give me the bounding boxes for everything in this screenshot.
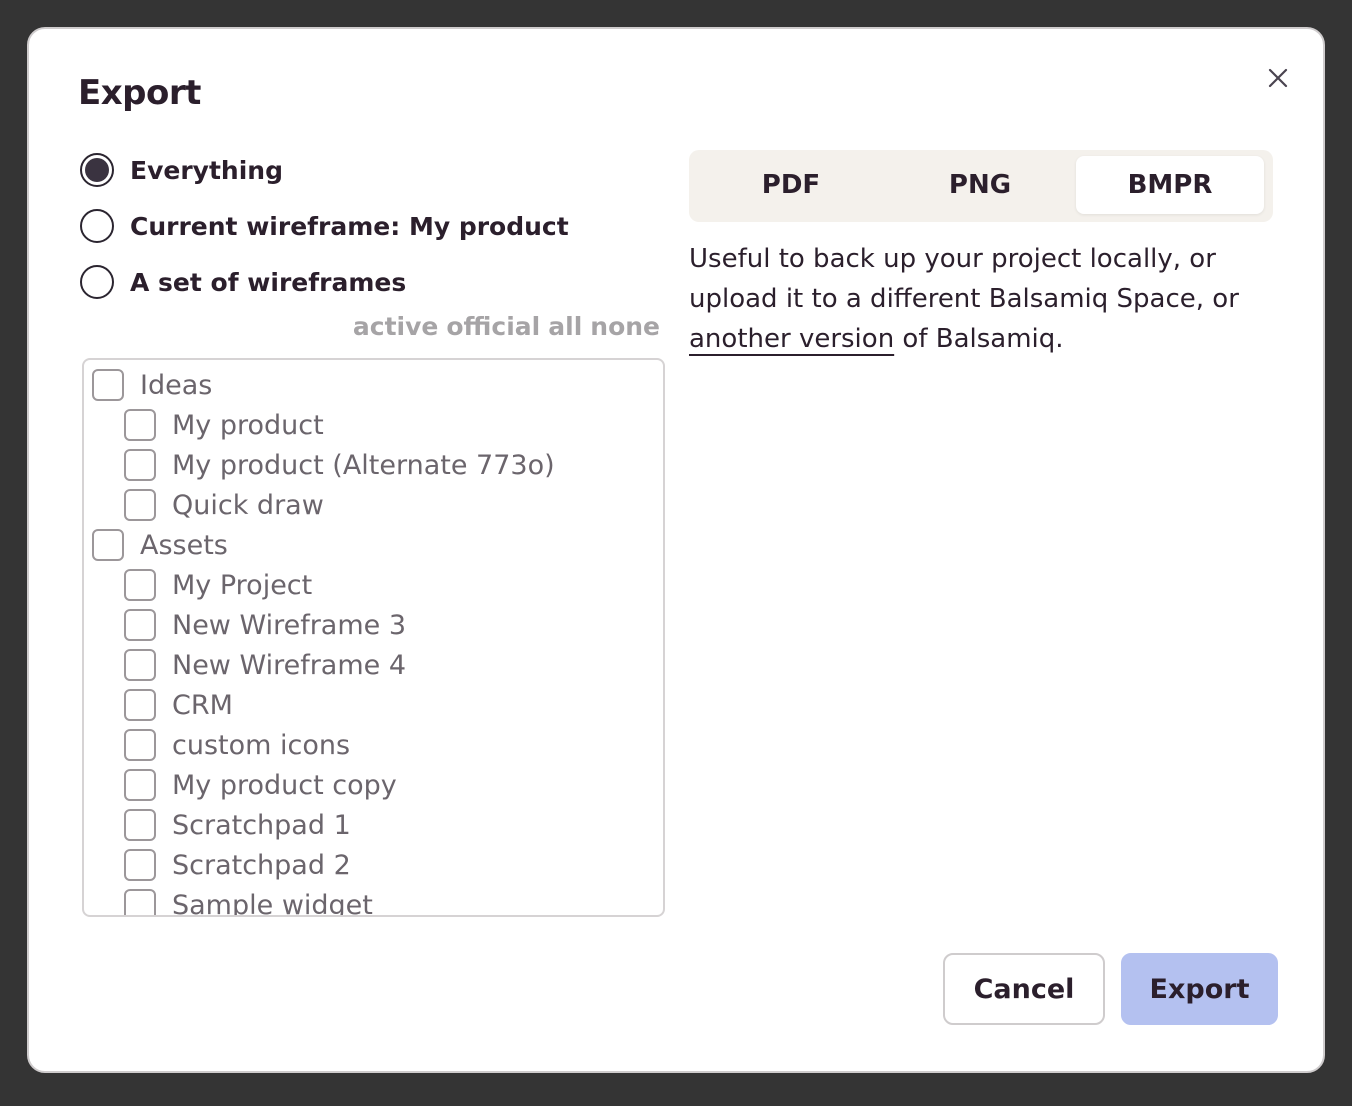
tree-item-label: Quick draw [172, 489, 324, 521]
checkbox[interactable] [124, 849, 156, 881]
tree-item-label: My Project [172, 569, 313, 601]
dialog-title: Export [78, 73, 201, 113]
checkbox[interactable] [124, 889, 156, 915]
radio-unselected-icon [80, 209, 114, 243]
tree-item-label: CRM [172, 689, 233, 721]
tree-item-label: My product [172, 409, 324, 441]
tab-bmpr[interactable]: BMPR [1076, 156, 1264, 214]
radio-unselected-icon [80, 265, 114, 299]
wireframe-tree[interactable]: Ideas My product My product (Alternate 7… [82, 358, 665, 917]
filter-links: active official all none [353, 312, 660, 341]
tree-item-label: Scratchpad 1 [172, 809, 351, 841]
tree-item-label: My product (Alternate 773o) [172, 449, 555, 481]
tree-item-label: My product copy [172, 769, 397, 801]
filter-official[interactable]: official [446, 312, 540, 341]
format-description: Useful to back up your project locally, … [689, 239, 1279, 359]
checkbox[interactable] [124, 809, 156, 841]
radio-current-wireframe[interactable]: Current wireframe: My product [80, 208, 569, 244]
tree-item-label: New Wireframe 4 [172, 649, 407, 681]
tab-png[interactable]: PNG [886, 156, 1074, 214]
radio-set-of-wireframes[interactable]: A set of wireframes [80, 264, 406, 300]
tree-item[interactable]: New Wireframe 4 [124, 645, 406, 685]
export-button[interactable]: Export [1121, 953, 1278, 1025]
tree-item-label: Scratchpad 2 [172, 849, 351, 881]
tree-item-label: Sample widget [172, 889, 373, 917]
tree-item[interactable]: Scratchpad 2 [124, 845, 351, 885]
tree-item[interactable]: CRM [124, 685, 233, 725]
export-dialog: Export Everything Current wireframe: My … [27, 27, 1325, 1073]
tree-item[interactable]: My Project [124, 565, 312, 605]
filter-all[interactable]: all [548, 312, 582, 341]
radio-selected-icon [80, 153, 114, 187]
tree-item[interactable]: Sample widget [124, 885, 373, 917]
tab-pdf[interactable]: PDF [697, 156, 885, 214]
tree-item-label: custom icons [172, 729, 351, 761]
checkbox[interactable] [92, 369, 124, 401]
tree-group-assets[interactable]: Assets [92, 525, 228, 565]
tree-group-ideas[interactable]: Ideas [92, 365, 212, 405]
tree-item[interactable]: custom icons [124, 725, 350, 765]
checkbox[interactable] [124, 449, 156, 481]
radio-label: A set of wireframes [130, 267, 407, 297]
tree-item[interactable]: New Wireframe 3 [124, 605, 406, 645]
another-version-link[interactable]: another version [689, 324, 894, 354]
checkbox[interactable] [124, 409, 156, 441]
description-text: Useful to back up your project locally, … [689, 244, 1239, 314]
tree-item-label: New Wireframe 3 [172, 609, 407, 641]
tree-item[interactable]: My product copy [124, 765, 397, 805]
checkbox[interactable] [124, 769, 156, 801]
close-icon[interactable] [1265, 65, 1291, 91]
checkbox[interactable] [92, 529, 124, 561]
tree-item[interactable]: My product [124, 405, 324, 445]
tree-item-label: Ideas [140, 369, 213, 401]
tree-item[interactable]: My product (Alternate 773o) [124, 445, 555, 485]
checkbox[interactable] [124, 609, 156, 641]
checkbox[interactable] [124, 649, 156, 681]
checkbox[interactable] [124, 569, 156, 601]
checkbox[interactable] [124, 729, 156, 761]
checkbox[interactable] [124, 489, 156, 521]
radio-everything[interactable]: Everything [80, 152, 283, 188]
format-selector: PDF PNG BMPR [689, 150, 1273, 222]
tree-item-label: Assets [140, 529, 228, 561]
filter-active[interactable]: active [353, 312, 438, 341]
radio-label: Current wireframe: My product [130, 211, 569, 241]
filter-none[interactable]: none [590, 312, 660, 341]
radio-label: Everything [130, 155, 283, 185]
checkbox[interactable] [124, 689, 156, 721]
tree-item[interactable]: Scratchpad 1 [124, 805, 351, 845]
description-text-end: of Balsamiq. [894, 324, 1064, 354]
cancel-button[interactable]: Cancel [943, 953, 1105, 1025]
tree-item[interactable]: Quick draw [124, 485, 324, 525]
